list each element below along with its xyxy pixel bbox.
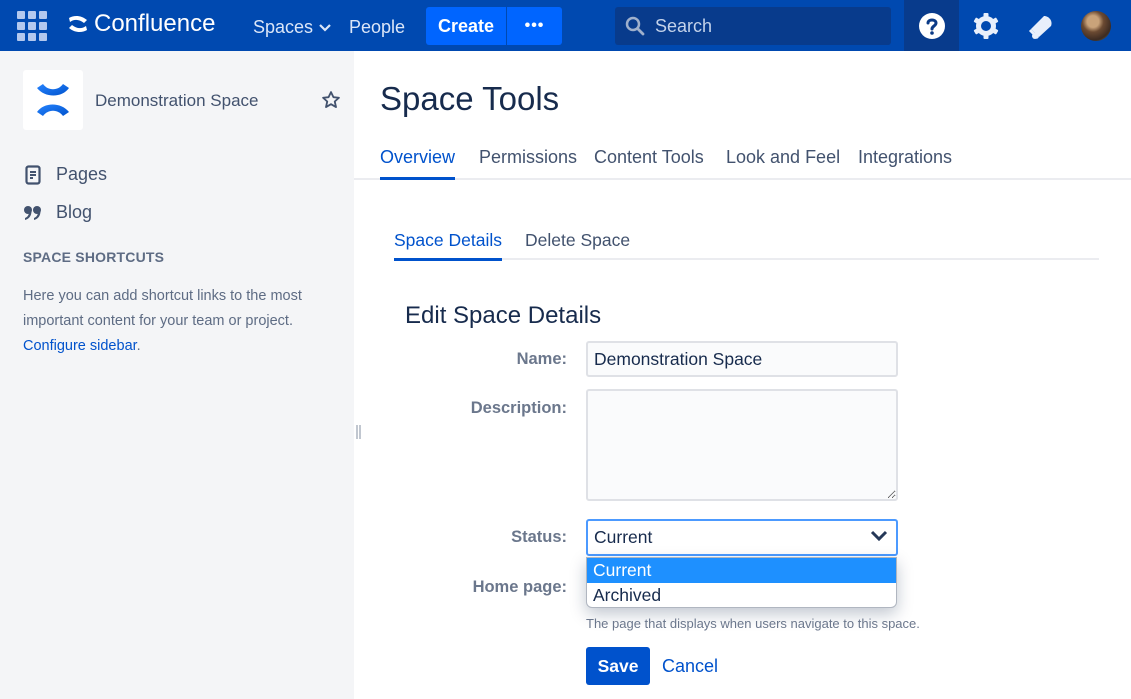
notifications-button[interactable]: [1016, 0, 1066, 51]
confluence-logo-icon: [69, 15, 87, 33]
people-link[interactable]: People: [349, 17, 405, 38]
app-switcher-icon[interactable]: [17, 11, 49, 41]
space-logo[interactable]: [23, 70, 83, 130]
configure-sidebar-link[interactable]: Configure sidebar: [23, 338, 137, 354]
search-box[interactable]: [615, 7, 891, 45]
create-button[interactable]: Create: [426, 7, 506, 45]
help-icon: [918, 12, 945, 39]
space-tools-tabs: Overview Permissions Content Tools Look …: [354, 136, 1131, 180]
description-label: Description:: [470, 399, 567, 417]
confluence-logo[interactable]: Confluence: [67, 10, 215, 38]
subtab-space-details[interactable]: Space Details: [394, 230, 502, 261]
subtab-delete-space[interactable]: Delete Space: [525, 230, 630, 260]
chevron-down-icon: [319, 23, 331, 32]
more-create-options-button[interactable]: •••: [507, 7, 562, 45]
top-navigation: Confluence Spaces People Create •••: [0, 0, 1131, 51]
homepage-label: Home page:: [472, 578, 567, 596]
status-option-current[interactable]: Current: [587, 558, 896, 583]
status-selected-value: Current: [594, 527, 653, 547]
status-dropdown-list: Current Archived: [586, 557, 897, 608]
tab-overview[interactable]: Overview: [380, 147, 456, 180]
help-button[interactable]: [904, 0, 959, 51]
product-name: Confluence: [94, 10, 216, 37]
search-icon: [625, 16, 645, 36]
status-label: Status:: [511, 528, 567, 546]
quote-icon: [24, 205, 41, 220]
more-icon: •••: [524, 17, 545, 34]
name-label: Name:: [516, 350, 567, 368]
space-logo-icon: [37, 84, 69, 116]
sidebar-item-pages[interactable]: Pages: [23, 164, 107, 185]
space-shortcuts-heading: SPACE SHORTCUTS: [23, 249, 165, 265]
status-select[interactable]: Current: [586, 519, 898, 556]
chevron-down-icon: [870, 530, 888, 542]
overview-subtabs: Space Details Delete Space: [394, 220, 1099, 261]
tab-integrations[interactable]: Integrations: [858, 147, 952, 178]
sidebar-item-label: Blog: [56, 202, 93, 222]
tab-content-tools[interactable]: Content Tools: [594, 147, 704, 178]
homepage-hint: The page that displays when users naviga…: [586, 616, 920, 631]
space-name[interactable]: Demonstration Space: [95, 91, 258, 111]
shortcuts-text: Here you can add shortcut links to the m…: [23, 288, 302, 329]
star-icon[interactable]: [321, 90, 341, 110]
tab-permissions[interactable]: Permissions: [479, 147, 577, 178]
spaces-label: Spaces: [253, 17, 314, 37]
space-sidebar: Demonstration Space Pages Blog SPACE SHO…: [0, 51, 354, 699]
sidebar-item-blog[interactable]: Blog: [23, 202, 92, 223]
page-icon: [25, 164, 41, 185]
shortcuts-suffix: .: [136, 338, 141, 354]
sidebar-resize-handle[interactable]: [356, 425, 361, 439]
search-input[interactable]: [655, 15, 875, 37]
tab-look-and-feel[interactable]: Look and Feel: [726, 147, 840, 178]
bell-icon: [1028, 15, 1052, 39]
spaces-menu[interactable]: Spaces: [253, 17, 331, 38]
name-field[interactable]: [586, 341, 898, 377]
settings-button[interactable]: [961, 0, 1011, 51]
cancel-link[interactable]: Cancel: [662, 656, 718, 677]
save-button[interactable]: Save: [586, 647, 650, 685]
sidebar-item-label: Pages: [56, 164, 108, 184]
page-title: Space Tools: [380, 80, 560, 117]
form-title: Edit Space Details: [405, 302, 602, 329]
user-avatar[interactable]: [1081, 11, 1111, 41]
status-option-archived[interactable]: Archived: [587, 583, 896, 607]
space-shortcuts-description: Here you can add shortcut links to the m…: [23, 284, 333, 359]
gear-icon: [973, 12, 999, 39]
description-field[interactable]: [586, 389, 898, 501]
